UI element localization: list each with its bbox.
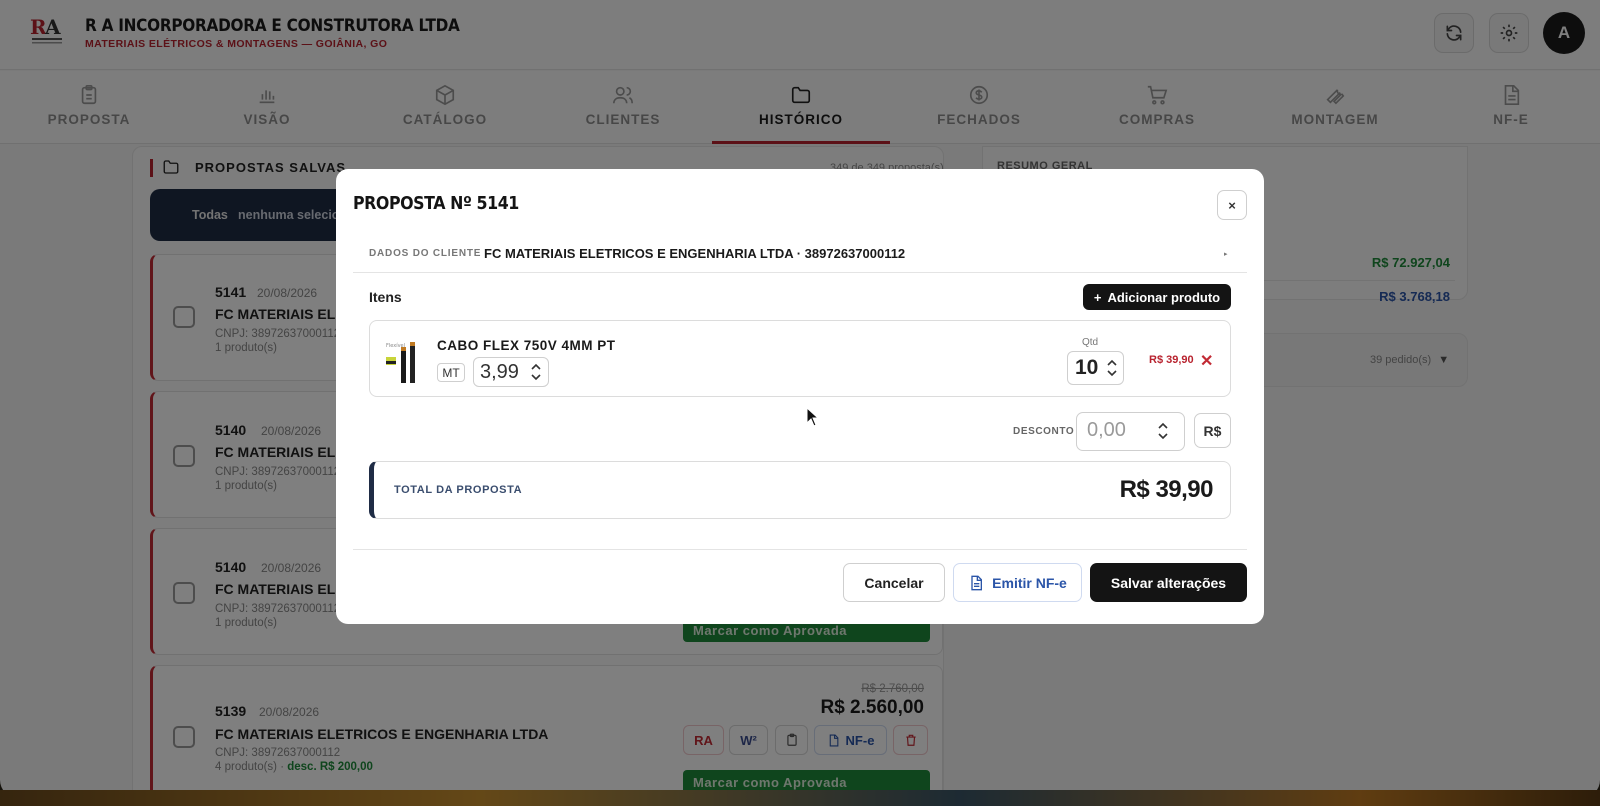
plus-icon: + — [1093, 289, 1102, 305]
modal-title: PROPOSTA Nº 5141 — [353, 193, 519, 214]
divider — [353, 272, 1247, 273]
cable-product-image: Flexível — [384, 339, 422, 383]
discount-placeholder: 0,00 — [1087, 419, 1126, 441]
spinner-arrows-icon[interactable] — [1157, 421, 1169, 441]
item-name: CABO FLEX 750V 4MM PT — [437, 338, 616, 353]
discount-input[interactable]: 0,00 — [1076, 412, 1185, 451]
save-button[interactable]: Salvar alterações — [1090, 563, 1247, 602]
total-value: R$ 39,90 — [1119, 476, 1214, 503]
document-icon — [971, 575, 983, 590]
cancel-button[interactable]: Cancelar — [843, 563, 945, 602]
items-heading: Itens — [369, 289, 402, 305]
unit-price-value: 3,99 — [480, 361, 519, 383]
item-total: R$ 39,90 — [1149, 354, 1194, 366]
discount-label: DESCONTO — [1013, 426, 1075, 437]
qty-input[interactable]: 10 — [1067, 351, 1124, 385]
total-label: TOTAL DA PROPOSTA — [394, 484, 523, 496]
qty-label: Qtd — [1082, 337, 1099, 348]
divider — [353, 549, 1247, 550]
remove-item-icon[interactable]: ✕ — [1200, 351, 1213, 371]
qty-value: 10 — [1075, 356, 1099, 379]
unit-select[interactable]: MT — [437, 363, 465, 382]
spinner-arrows-icon[interactable] — [530, 362, 542, 382]
add-product-button[interactable]: + Adicionar produto — [1083, 284, 1231, 310]
client-value[interactable]: FC MATERIAIS ELETRICOS E ENGENHARIA LTDA… — [484, 246, 905, 261]
add-product-label: Adicionar produto — [1107, 289, 1221, 305]
client-label: DADOS DO CLIENTE — [369, 248, 482, 259]
item-row: Flexível CABO FLEX 750V 4MM PT MT 3,99 Q… — [369, 320, 1231, 397]
spinner-arrows-icon[interactable] — [1106, 358, 1118, 378]
proposal-modal: PROPOSTA Nº 5141 × DADOS DO CLIENTE FC M… — [336, 169, 1264, 624]
emit-nfe-button[interactable]: Emitir NF-e — [953, 563, 1082, 602]
total-box: TOTAL DA PROPOSTA R$ 39,90 — [369, 461, 1231, 519]
emit-nfe-label: Emitir NF-e — [992, 574, 1067, 591]
discount-currency-toggle[interactable]: R$ — [1194, 413, 1231, 448]
mouse-cursor-icon — [806, 407, 820, 427]
unit-price-input[interactable]: 3,99 — [473, 357, 549, 387]
chevron-right-icon[interactable]: ▸ — [1224, 250, 1228, 258]
close-button[interactable]: × — [1217, 190, 1247, 220]
